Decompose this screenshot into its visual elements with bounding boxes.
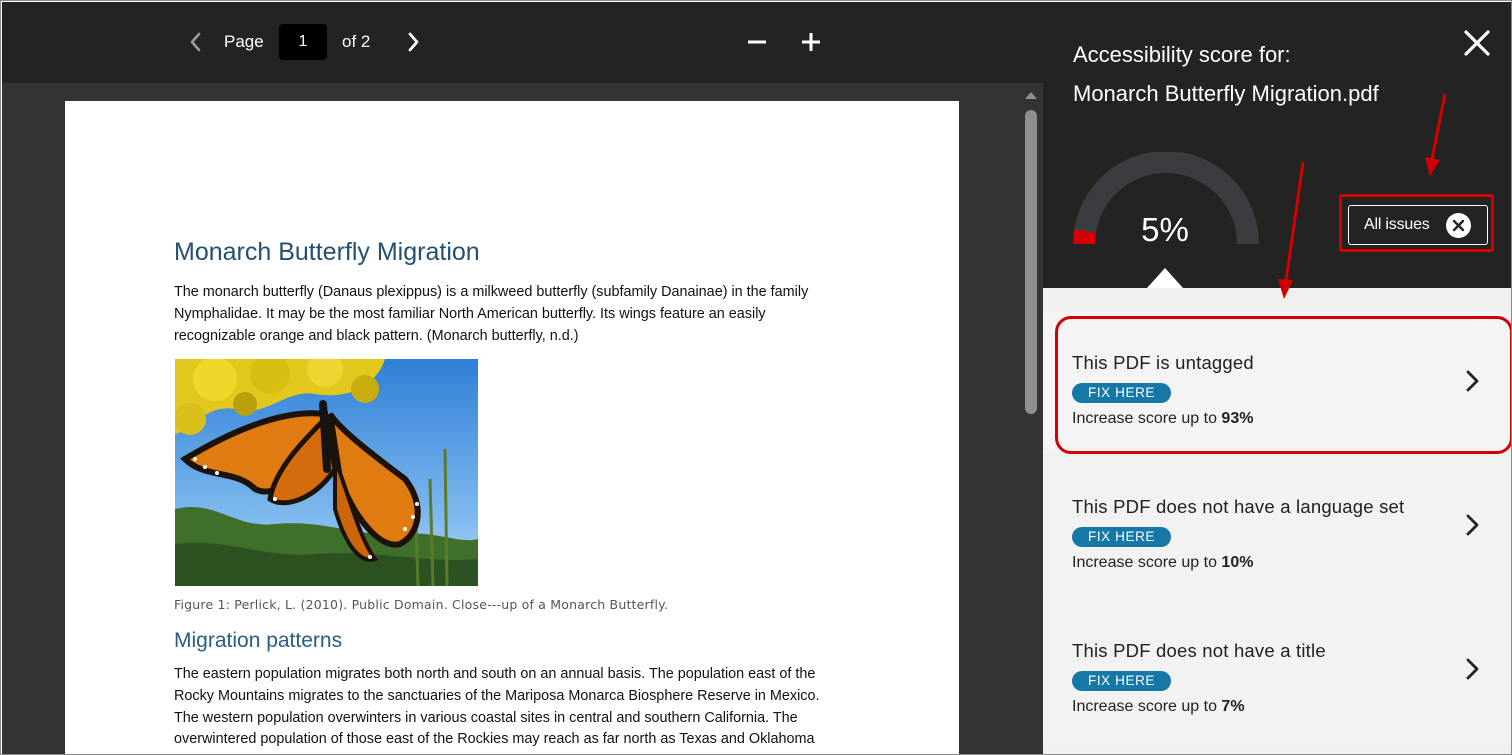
all-issues-filter-button[interactable]: All issues — [1348, 205, 1488, 245]
paragraph-line: recognizable orange and black pattern. (… — [174, 327, 579, 344]
butterfly-photo — [175, 359, 478, 586]
issue-card-title[interactable]: This PDF does not have a title FIX HERE … — [1043, 600, 1511, 742]
panel-heading: Accessibility score for: — [1073, 42, 1291, 67]
issue-title: This PDF is untagged — [1072, 352, 1254, 373]
chevron-right-icon — [408, 32, 419, 52]
document-title: Monarch Butterfly Migration — [174, 238, 480, 266]
close-panel-button[interactable] — [1461, 27, 1493, 59]
zoom-in-button[interactable] — [798, 30, 824, 54]
figure-caption: Figure 1: Perlick, L. (2010). Public Dom… — [174, 597, 669, 612]
app-frame: Page of 2 Monarch Butterfly Migration Th… — [0, 0, 1512, 755]
paragraph-line: Rocky Mountains migrates to the sanctuar… — [174, 687, 820, 704]
issue-card-language[interactable]: This PDF does not have a language set FI… — [1043, 456, 1511, 598]
panel-file-name: Monarch Butterfly Migration.pdf — [1073, 81, 1379, 106]
score-increase-text: Increase score up to 10% — [1072, 554, 1253, 572]
page-label: Page — [224, 32, 264, 51]
chevron-left-icon — [190, 32, 201, 52]
clear-filter-icon[interactable] — [1446, 213, 1471, 238]
intro-paragraph: The monarch butterfly (Danaus plexippus)… — [174, 282, 864, 347]
fix-here-badge[interactable]: FIX HERE — [1072, 527, 1171, 547]
plus-icon — [802, 33, 820, 51]
issue-card-untagged[interactable]: This PDF is untagged FIX HERE Increase s… — [1043, 312, 1511, 454]
paragraph-line: The western population overwinters in va… — [174, 709, 798, 726]
close-icon — [1464, 30, 1490, 56]
panel-header: Accessibility score for: Monarch Butterf… — [1043, 2, 1511, 288]
increase-prefix: Increase score up to — [1072, 554, 1217, 571]
score-increase-text: Increase score up to 93% — [1072, 410, 1253, 428]
page-number-input[interactable] — [279, 24, 327, 60]
vertical-scrollbar[interactable] — [1021, 84, 1043, 754]
scrollbar-thumb[interactable] — [1025, 110, 1037, 414]
increase-value: 10% — [1221, 554, 1254, 571]
increase-prefix: Increase score up to — [1072, 410, 1217, 427]
migration-paragraph: The eastern population migrates both nor… — [174, 664, 864, 751]
previous-page-button[interactable] — [184, 30, 206, 54]
chevron-right-icon — [1466, 370, 1479, 392]
chevron-right-icon — [1466, 514, 1479, 536]
next-page-button[interactable] — [403, 30, 425, 54]
pdf-viewer: Page of 2 Monarch Butterfly Migration Th… — [2, 2, 1043, 754]
accessibility-panel: Accessibility score for: Monarch Butterf… — [1043, 2, 1511, 754]
increase-value: 7% — [1221, 698, 1245, 715]
chevron-right-icon — [1466, 658, 1479, 680]
paragraph-line: Nymphalidae. It may be the most familiar… — [174, 305, 766, 322]
score-value: 5% — [1141, 211, 1189, 248]
issue-title: This PDF does not have a title — [1072, 640, 1326, 661]
pdf-page: Monarch Butterfly Migration The monarch … — [65, 101, 959, 754]
increase-value: 93% — [1221, 410, 1254, 427]
fix-here-badge[interactable]: FIX HERE — [1072, 383, 1171, 403]
section-heading: Migration patterns — [174, 629, 343, 652]
score-increase-text: Increase score up to 7% — [1072, 698, 1245, 716]
paragraph-line: overwintered population of those east of… — [174, 731, 815, 748]
all-issues-label: All issues — [1364, 216, 1430, 233]
viewer-toolbar: Page of 2 — [2, 2, 1043, 83]
increase-prefix: Increase score up to — [1072, 698, 1217, 715]
fix-here-badge[interactable]: FIX HERE — [1072, 671, 1171, 691]
page-count-label: of 2 — [342, 32, 371, 51]
issue-title: This PDF does not have a language set — [1072, 496, 1405, 517]
minus-icon — [748, 40, 766, 44]
paragraph-line: The eastern population migrates both nor… — [174, 666, 816, 682]
panel-pointer — [1147, 268, 1183, 288]
zoom-out-button[interactable] — [744, 30, 770, 54]
scroll-up-arrow-icon[interactable] — [1024, 90, 1038, 100]
paragraph-line: The monarch butterfly (Danaus plexippus)… — [174, 284, 809, 300]
